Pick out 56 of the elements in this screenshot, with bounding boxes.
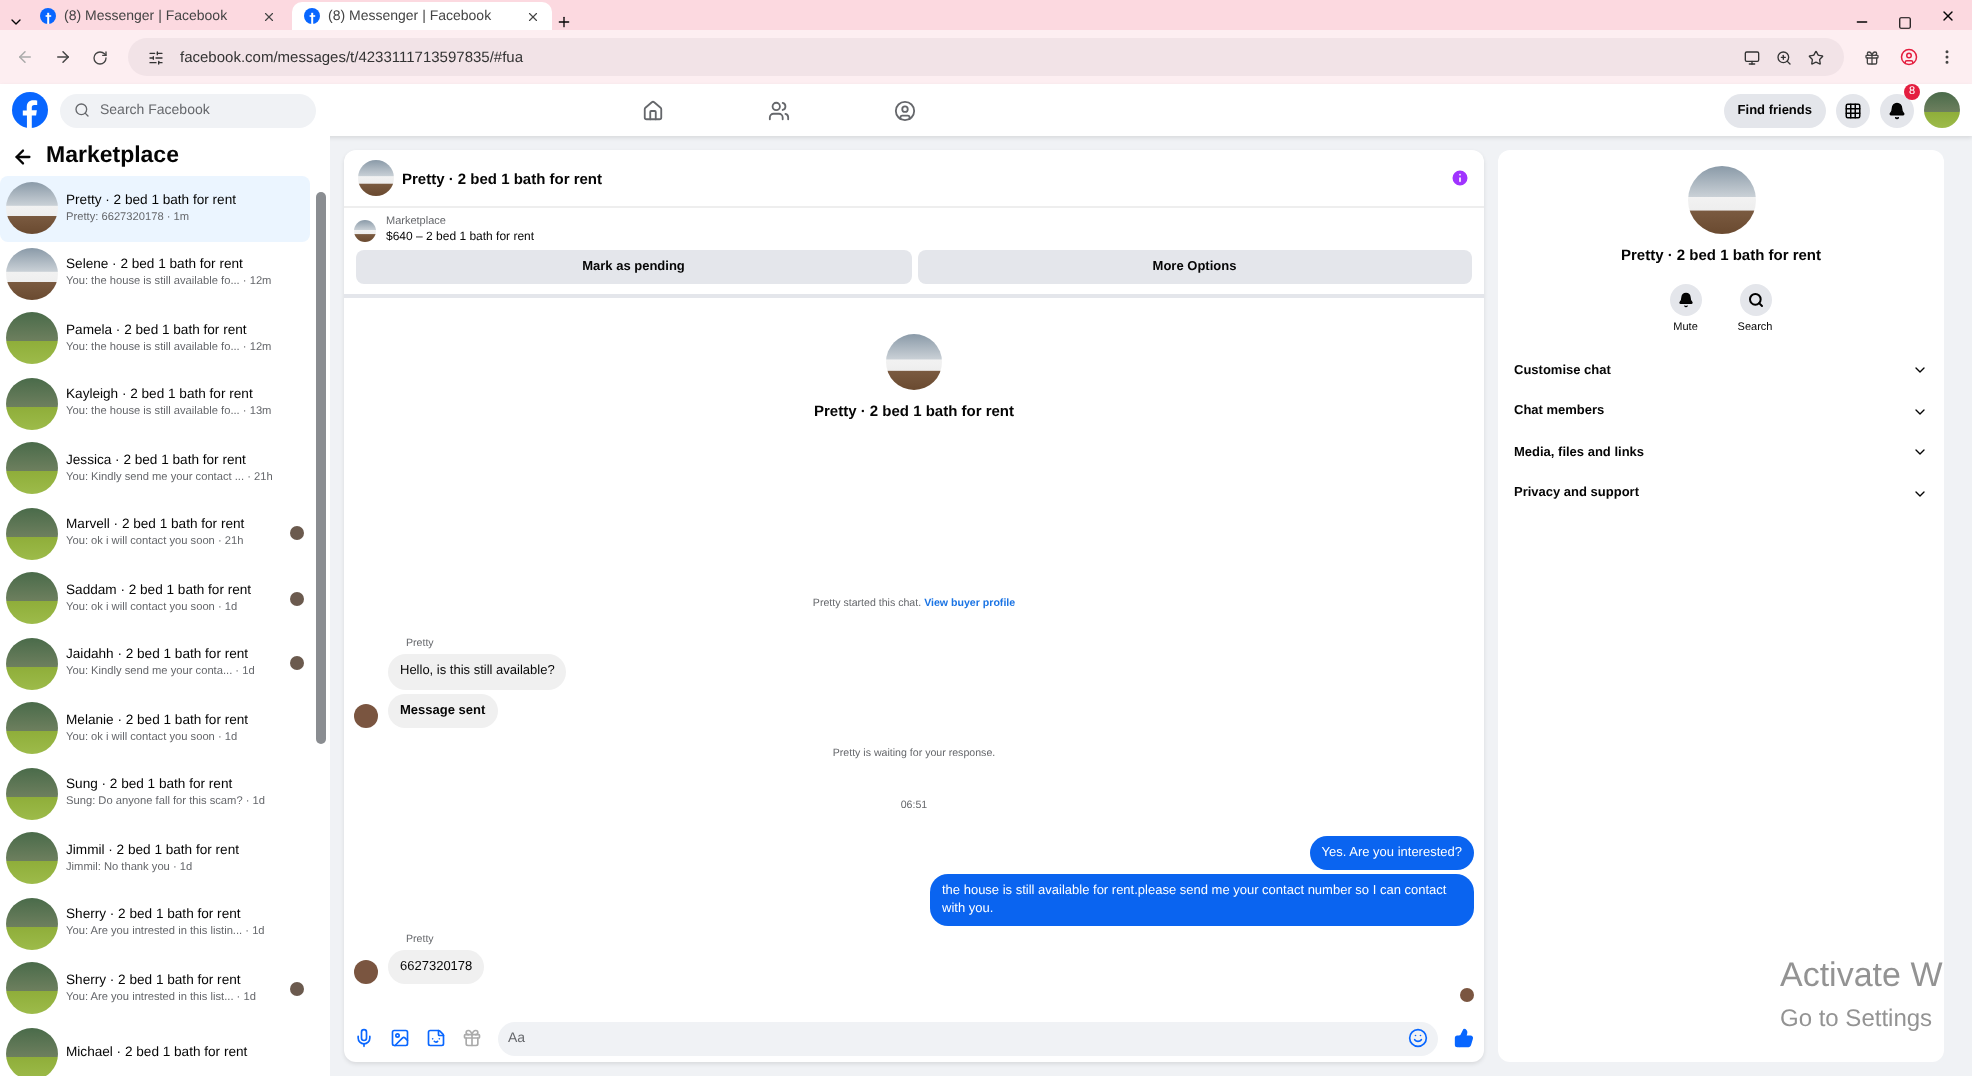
friends-icon[interactable] [768, 99, 791, 121]
home-icon[interactable] [642, 99, 665, 121]
photo-placeholder [6, 377, 58, 430]
avatar[interactable] [1924, 92, 1960, 128]
new-tab-icon[interactable] [556, 14, 572, 30]
search-icon [74, 102, 90, 118]
photo-placeholder [6, 767, 58, 820]
mute-button[interactable] [1669, 284, 1702, 316]
activation-notice: Go to Settings [1780, 1004, 1935, 1032]
close-icon[interactable] [1940, 8, 1956, 24]
photo-placeholder [6, 1027, 58, 1076]
bell-icon [1888, 101, 1906, 119]
photo-placeholder [354, 219, 376, 241]
profile-icon[interactable] [1900, 48, 1918, 66]
photo-placeholder [6, 637, 58, 690]
groups-icon[interactable] [894, 99, 917, 121]
grid-icon [1844, 101, 1862, 119]
photo-placeholder [6, 832, 58, 885]
like-icon[interactable] [1454, 1028, 1474, 1048]
close-icon[interactable] [526, 9, 540, 23]
zoom-icon[interactable] [1776, 49, 1792, 65]
star-icon[interactable] [1808, 49, 1824, 65]
photo-placeholder [6, 897, 58, 950]
read-receipt-avatar [1460, 988, 1474, 1002]
search-button[interactable] [1739, 284, 1771, 316]
reload-icon[interactable] [92, 49, 108, 65]
photo-placeholder [6, 572, 58, 625]
site-settings-icon[interactable] [148, 49, 164, 65]
photo-placeholder [358, 160, 394, 196]
activation-notice: Activate W [1780, 956, 1943, 996]
info-icon[interactable] [1450, 168, 1470, 188]
close-icon[interactable] [262, 9, 276, 23]
photo-placeholder [6, 182, 58, 235]
tab-list-icon[interactable] [8, 14, 24, 30]
emoji-icon[interactable] [1408, 1028, 1428, 1048]
microphone-icon[interactable] [354, 1028, 374, 1048]
menu-button[interactable] [1836, 93, 1870, 127]
maximize-icon[interactable] [1898, 16, 1912, 30]
photo-placeholder [1687, 166, 1755, 234]
back-icon[interactable] [12, 145, 34, 167]
notifications-button[interactable] [1880, 93, 1914, 127]
forward-icon[interactable] [54, 48, 72, 66]
monitor-icon[interactable] [1744, 49, 1760, 65]
photo-placeholder [6, 507, 58, 560]
photo-placeholder [6, 247, 58, 300]
search-icon [1747, 292, 1763, 308]
photo-placeholder [886, 334, 942, 390]
photo-placeholder [6, 442, 58, 495]
sidebar-title: Marketplace [46, 144, 179, 168]
image-icon[interactable] [390, 1028, 410, 1048]
bell-icon [1677, 292, 1694, 308]
photo-placeholder [6, 962, 58, 1015]
scrollbar[interactable] [316, 192, 326, 744]
photo-placeholder [6, 702, 58, 755]
sticker-icon[interactable] [426, 1028, 446, 1048]
photo-placeholder [6, 312, 58, 365]
